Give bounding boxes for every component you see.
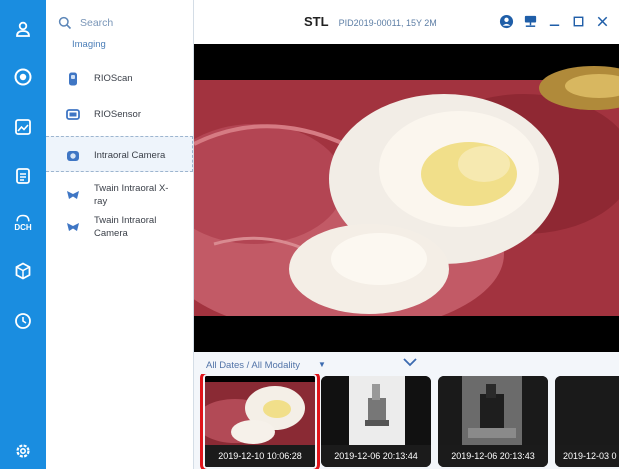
window-title: STL PID2019-00011, 15Y 2M — [304, 14, 437, 29]
history-icon[interactable] — [8, 306, 38, 336]
thumbnail-timestamp: 2019-12-10 10:06:28 — [205, 445, 315, 467]
rioscan-icon — [64, 70, 82, 88]
report-icon[interactable] — [8, 161, 38, 191]
thumbnail-timestamp: 2019-12-06 20:13:43 — [438, 445, 548, 467]
device-item-rioscan[interactable]: RIOScan — [46, 60, 193, 96]
twain-icon — [64, 218, 82, 236]
chevron-down-icon[interactable] — [402, 356, 418, 368]
window-controls — [491, 12, 611, 30]
device-label: RIOScan — [94, 73, 133, 84]
thumbnail-image — [555, 376, 619, 446]
thumbnail-image — [321, 376, 431, 446]
patient-info: PID2019-00011, 15Y 2M — [338, 18, 437, 28]
intraoral-camera-icon — [64, 147, 82, 165]
image-view-icon[interactable] — [8, 112, 38, 142]
title-bar: STL PID2019-00011, 15Y 2M — [194, 0, 619, 44]
device-label: Twain Intraoral X-ray — [94, 183, 169, 207]
close-icon[interactable] — [593, 12, 611, 30]
thumbnail[interactable]: 2019-12-03 0 — [555, 376, 619, 467]
device-item-twain-xray[interactable]: Twain Intraoral X-ray — [46, 172, 193, 210]
filter-bar: All Dates / All Modality ▼ — [194, 352, 619, 374]
device-label: Twain Intraoral Camera — [94, 215, 157, 239]
network-icon[interactable] — [521, 12, 539, 30]
device-item-twain-camera[interactable]: Twain Intraoral Camera — [46, 210, 193, 250]
device-label: RIOSensor — [94, 109, 141, 120]
thumbnail-image — [205, 376, 315, 446]
search-icon — [58, 16, 72, 30]
device-label: Intraoral Camera — [94, 150, 166, 161]
device-panel: Search Imaging RIOScan RIOSensor Intraor… — [46, 0, 194, 469]
device-item-intraoral-camera[interactable]: Intraoral Camera — [46, 136, 193, 172]
thumbnail[interactable]: 2019-12-06 20:13:44 — [321, 376, 431, 467]
riosensor-icon — [64, 106, 82, 124]
settings-icon[interactable] — [8, 436, 38, 466]
twain-icon — [64, 186, 82, 204]
3d-model-icon[interactable] — [8, 256, 38, 286]
patient-icon[interactable] — [8, 15, 38, 45]
thumbnail-strip: 2019-12-10 10:06:28 2019-12-06 20:13:44 … — [194, 374, 619, 469]
device-list: RIOScan RIOSensor Intraoral Camera Twain… — [46, 60, 193, 250]
search-box[interactable]: Search — [58, 14, 113, 32]
dch-label: DCH — [14, 222, 32, 232]
user-icon[interactable] — [497, 12, 515, 30]
thumbnail-timestamp: 2019-12-06 20:13:44 — [321, 445, 431, 467]
thumbnail-selected[interactable]: 2019-12-10 10:06:28 — [200, 374, 320, 469]
filter-dropdown-icon[interactable]: ▼ — [318, 360, 326, 369]
thumbnail-image — [438, 376, 548, 446]
device-item-riosensor[interactable]: RIOSensor — [46, 96, 193, 136]
icon-rail: DCH — [0, 0, 46, 469]
acquire-icon[interactable] — [8, 62, 38, 92]
date-modality-filter[interactable]: All Dates / All Modality — [206, 360, 300, 371]
thumbnail-timestamp: 2019-12-03 0 — [555, 445, 619, 467]
maximize-icon[interactable] — [569, 12, 587, 30]
dch-icon[interactable]: DCH — [8, 207, 38, 237]
intraoral-image — [194, 44, 619, 352]
section-title-imaging: Imaging — [72, 39, 106, 50]
thumbnail[interactable]: 2019-12-06 20:13:43 — [438, 376, 548, 467]
minimize-icon[interactable] — [545, 12, 563, 30]
image-viewer[interactable] — [194, 44, 619, 352]
module-title: STL — [304, 14, 329, 29]
search-placeholder: Search — [80, 17, 114, 29]
